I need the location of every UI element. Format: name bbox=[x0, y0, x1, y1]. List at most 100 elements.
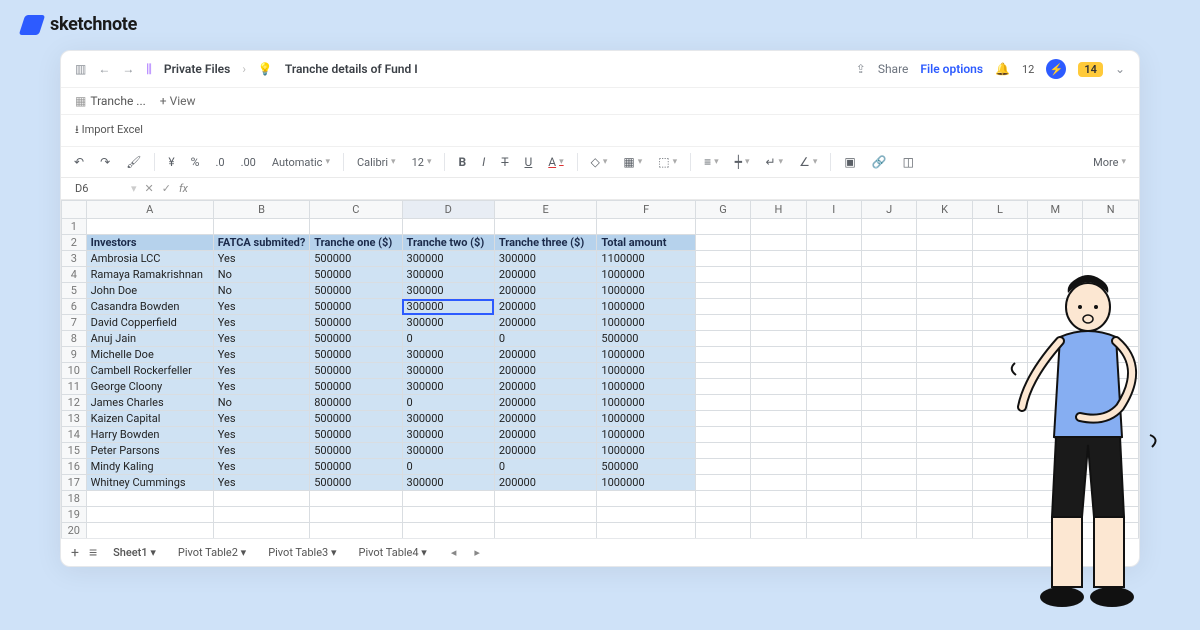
cell[interactable] bbox=[806, 443, 861, 459]
cell[interactable] bbox=[695, 251, 750, 267]
cell[interactable]: 500000 bbox=[310, 283, 402, 299]
cell[interactable]: 500000 bbox=[310, 331, 402, 347]
cell[interactable] bbox=[917, 475, 972, 491]
cell[interactable]: 1000000 bbox=[597, 283, 695, 299]
undo-button[interactable]: ↶ bbox=[71, 153, 87, 171]
cell[interactable] bbox=[861, 235, 916, 251]
breadcrumb-root[interactable]: Private Files bbox=[164, 62, 230, 76]
cell[interactable]: No bbox=[213, 267, 309, 283]
cell[interactable] bbox=[806, 347, 861, 363]
cell[interactable] bbox=[751, 251, 806, 267]
insert-link-button[interactable]: 🔗 bbox=[869, 153, 890, 171]
cell[interactable] bbox=[861, 491, 916, 507]
cell[interactable]: 300000 bbox=[402, 363, 494, 379]
cell[interactable] bbox=[751, 507, 806, 523]
cell[interactable] bbox=[917, 283, 972, 299]
row-header[interactable]: 4 bbox=[62, 267, 87, 283]
row-header[interactable]: 15 bbox=[62, 443, 87, 459]
cell[interactable]: Total amount bbox=[597, 235, 695, 251]
sheet-tab[interactable]: Sheet1 ▾ bbox=[107, 544, 162, 561]
strikethrough-button[interactable]: T bbox=[498, 153, 511, 171]
row-header[interactable]: 9 bbox=[62, 347, 87, 363]
cell[interactable] bbox=[972, 411, 1027, 427]
cell[interactable]: Yes bbox=[213, 363, 309, 379]
cell[interactable] bbox=[972, 475, 1027, 491]
cell[interactable]: 200000 bbox=[494, 299, 597, 315]
add-view-button[interactable]: + View bbox=[160, 94, 196, 108]
column-header[interactable]: M bbox=[1028, 201, 1083, 219]
cell[interactable] bbox=[861, 523, 916, 539]
column-header[interactable]: E bbox=[494, 201, 597, 219]
cell[interactable] bbox=[1028, 299, 1083, 315]
cell[interactable] bbox=[972, 347, 1027, 363]
cell[interactable] bbox=[213, 491, 309, 507]
cell[interactable]: 300000 bbox=[402, 315, 494, 331]
add-sheet-button[interactable]: + bbox=[71, 545, 79, 561]
cell[interactable] bbox=[494, 507, 597, 523]
cell[interactable] bbox=[1028, 443, 1083, 459]
cell[interactable]: 1000000 bbox=[597, 363, 695, 379]
underline-button[interactable]: U bbox=[522, 153, 536, 171]
cell[interactable]: 200000 bbox=[494, 427, 597, 443]
cell[interactable] bbox=[806, 491, 861, 507]
cell[interactable] bbox=[695, 363, 750, 379]
row-header[interactable]: 19 bbox=[62, 507, 87, 523]
column-header[interactable]: J bbox=[861, 201, 916, 219]
cell[interactable]: David Copperfield bbox=[86, 315, 213, 331]
cell[interactable]: 300000 bbox=[402, 283, 494, 299]
tab-scroll-right-icon[interactable]: ▸ bbox=[474, 546, 480, 559]
h-align-button[interactable]: ≡ bbox=[701, 153, 722, 171]
cell[interactable] bbox=[695, 443, 750, 459]
sheets-menu-button[interactable]: ≡ bbox=[89, 544, 97, 561]
cell[interactable] bbox=[861, 315, 916, 331]
cell[interactable] bbox=[751, 523, 806, 539]
cell[interactable]: 1100000 bbox=[597, 251, 695, 267]
cell[interactable]: 1000000 bbox=[597, 427, 695, 443]
cell[interactable] bbox=[86, 219, 213, 235]
column-header[interactable]: B bbox=[213, 201, 309, 219]
cell[interactable]: Ramaya Ramakrishnan bbox=[86, 267, 213, 283]
cell[interactable] bbox=[1083, 363, 1139, 379]
cell[interactable]: 500000 bbox=[310, 379, 402, 395]
cell[interactable] bbox=[806, 459, 861, 475]
cell[interactable] bbox=[861, 219, 916, 235]
cell[interactable]: Whitney Cummings bbox=[86, 475, 213, 491]
italic-button[interactable]: I bbox=[479, 153, 488, 171]
merge-cells-button[interactable]: ⬚ bbox=[655, 153, 680, 171]
cell[interactable] bbox=[972, 331, 1027, 347]
cell[interactable] bbox=[917, 411, 972, 427]
column-header[interactable]: N bbox=[1083, 201, 1139, 219]
share-button[interactable]: Share bbox=[878, 62, 909, 76]
cell[interactable] bbox=[806, 299, 861, 315]
cell[interactable] bbox=[861, 251, 916, 267]
redo-button[interactable]: ↷ bbox=[97, 153, 113, 171]
cell[interactable] bbox=[1083, 299, 1139, 315]
cell[interactable] bbox=[806, 379, 861, 395]
text-color-button[interactable]: A bbox=[545, 153, 566, 171]
row-header[interactable]: 1 bbox=[62, 219, 87, 235]
cell[interactable] bbox=[806, 331, 861, 347]
cell[interactable]: 200000 bbox=[494, 315, 597, 331]
cell[interactable] bbox=[1083, 491, 1139, 507]
cell[interactable]: 0 bbox=[494, 459, 597, 475]
cell[interactable]: 0 bbox=[402, 459, 494, 475]
cell[interactable] bbox=[806, 283, 861, 299]
currency-button[interactable]: ¥ bbox=[165, 153, 177, 171]
cell[interactable] bbox=[1028, 475, 1083, 491]
cell[interactable] bbox=[1028, 491, 1083, 507]
cell[interactable] bbox=[310, 507, 402, 523]
cell[interactable] bbox=[972, 283, 1027, 299]
insert-chart-button[interactable]: ◫ bbox=[900, 153, 917, 171]
cell[interactable]: Peter Parsons bbox=[86, 443, 213, 459]
cell[interactable]: 1000000 bbox=[597, 315, 695, 331]
cell[interactable]: 200000 bbox=[494, 267, 597, 283]
cell[interactable] bbox=[695, 475, 750, 491]
cell[interactable] bbox=[1028, 219, 1083, 235]
column-header[interactable]: K bbox=[917, 201, 972, 219]
cell[interactable] bbox=[806, 475, 861, 491]
cell[interactable]: Kaizen Capital bbox=[86, 411, 213, 427]
cell[interactable] bbox=[972, 523, 1027, 539]
cell[interactable]: 200000 bbox=[494, 363, 597, 379]
cell[interactable]: Yes bbox=[213, 427, 309, 443]
column-header[interactable]: C bbox=[310, 201, 402, 219]
